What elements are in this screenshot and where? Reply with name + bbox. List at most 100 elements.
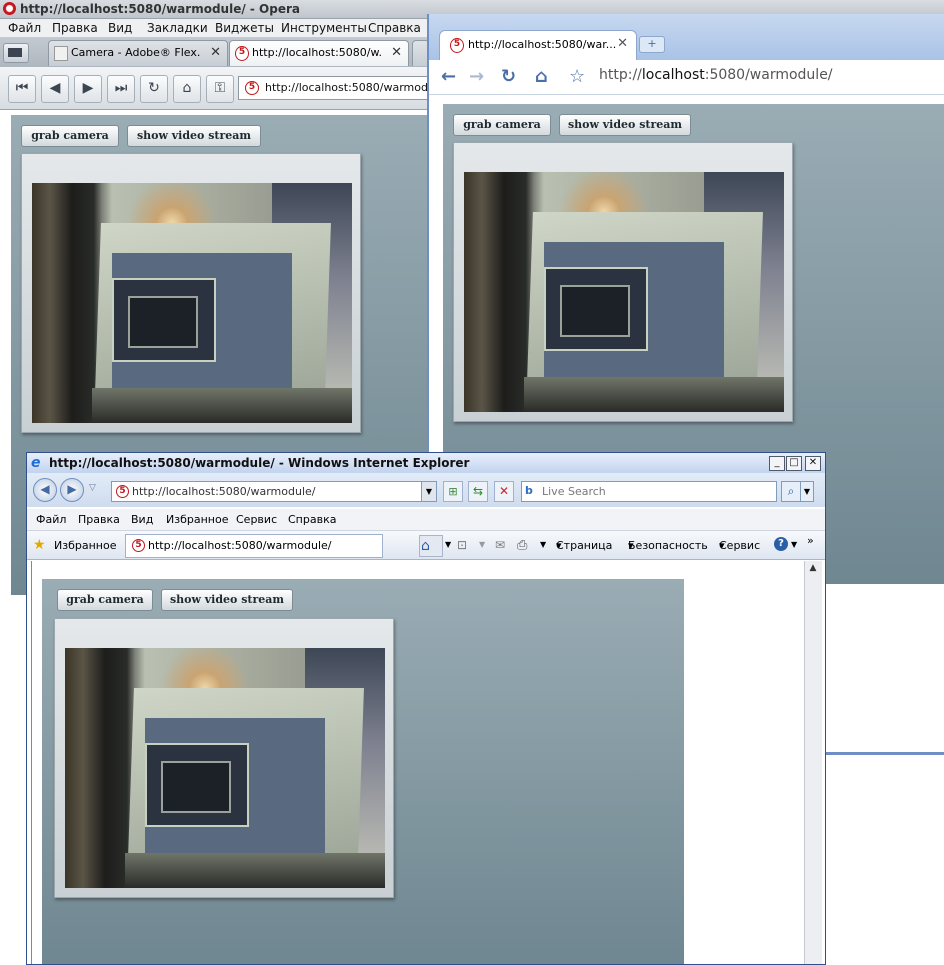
grab-camera-button[interactable]: grab camera [21,125,119,147]
home-button[interactable]: ⌂ [173,75,201,103]
wand-button[interactable]: ⚿ [206,75,234,103]
recent-pages-icon[interactable]: ▽ [89,483,96,493]
ie-vertical-scrollbar[interactable]: ▲ [804,561,822,964]
rss-icon[interactable]: ⊡ [457,538,467,552]
red5-favicon-icon: 5 [116,485,129,498]
chrome-tab-label: http://localhost:5080/war... [468,38,617,51]
home-icon[interactable]: ⌂ [421,538,430,554]
ie-tab-label: http://localhost:5080/warmodule/ [148,539,332,552]
mail-icon[interactable]: ✉ [495,538,505,552]
reload-icon[interactable]: ↻ [501,66,516,87]
opera-menu-bookmarks[interactable]: Закладки [147,21,208,35]
favorites-star-icon: ★ [33,537,46,553]
grab-camera-button[interactable]: grab camera [453,114,551,136]
close-icon[interactable]: ✕ [617,36,628,51]
reload-button[interactable]: ↻ [140,75,168,103]
grab-camera-button[interactable]: grab camera [57,589,153,611]
opera-tab-label: http://localhost:5080/w... [252,46,382,59]
close-button[interactable]: ✕ [805,456,821,471]
red5-favicon-icon: 5 [450,38,464,53]
chrome-tab-warmodule[interactable]: 5 http://localhost:5080/war... ✕ [439,30,637,61]
opera-menu-file[interactable]: Файл [8,21,41,35]
close-icon[interactable]: ✕ [210,45,221,60]
ie-search-field[interactable]: b Live Search [521,481,777,502]
opera-menu-edit[interactable]: Правка [52,21,98,35]
show-video-stream-button[interactable]: show video stream [559,114,691,136]
ie-logo-icon: e [31,455,41,471]
print-icon[interactable]: ⎙ [517,538,527,553]
camera-panel [453,142,793,422]
fast-forward-button[interactable]: ⏭ [107,75,135,103]
ie-address-field[interactable]: 5 http://localhost:5080/warmodule/ ▼ [111,481,437,502]
ie-menu-tools[interactable]: Сервис [236,513,277,526]
opera-tab-label: Camera - Adobe® Flex... [71,46,201,59]
omnibox-path: :5080/warmodule/ [704,67,833,83]
ie-menu-edit[interactable]: Правка [78,513,120,526]
tools-menu-label: Сервис [719,539,761,552]
ie-flex-app: grab camera show video stream [42,579,684,964]
compatibility-icon[interactable]: ⊞ [443,481,463,502]
opera-tab-camera[interactable]: Camera - Adobe® Flex... ✕ [48,40,228,66]
back-icon[interactable]: ← [441,66,456,87]
opera-address-field[interactable]: 5 http://localhost:5080/warmodule/ [238,76,448,100]
home-dropdown-icon[interactable]: ▼ [445,540,451,549]
ie-menu-help[interactable]: Справка [288,513,336,526]
red5-favicon-icon: 5 [235,46,249,61]
camera-video [65,648,385,888]
ie-window-title: http://localhost:5080/warmodule/ - Windo… [49,456,470,470]
show-video-stream-button[interactable]: show video stream [161,589,293,611]
camera-panel [21,153,361,433]
ie-address-text: http://localhost:5080/warmodule/ [132,485,316,498]
address-dropdown-icon[interactable]: ▼ [421,482,436,501]
ie-menu-file[interactable]: Файл [36,513,66,526]
back-button[interactable]: ◀ [33,478,57,502]
favorites-label[interactable]: Избранное [54,539,116,552]
omnibox-host: localhost [641,67,705,83]
maximize-button[interactable]: □ [786,456,802,471]
ie-title-bar: e http://localhost:5080/warmodule/ - Win… [27,453,825,473]
back-button[interactable]: ◀ [41,75,69,103]
opera-menu-tools[interactable]: Инструменты [281,21,367,35]
search-options-icon[interactable]: ▼ [800,481,814,502]
stop-icon[interactable]: ✕ [494,481,514,502]
minimize-button[interactable]: _ [769,456,785,471]
opera-menu-view[interactable]: Вид [108,21,132,35]
red5-favicon-icon: 5 [132,539,145,552]
document-icon [54,46,68,61]
star-icon[interactable]: ☆ [569,66,585,87]
ie-tab-warmodule[interactable]: 5 http://localhost:5080/warmodule/ [125,534,383,558]
camera-video [464,172,784,412]
ie-search-placeholder: Live Search [542,485,606,498]
rss-dropdown-icon[interactable]: ▼ [479,540,485,549]
help-dropdown-icon[interactable]: ▼ [791,540,797,549]
page-menu[interactable]: Страница ▾ [556,539,612,552]
search-icon[interactable]: ⌕ [781,481,801,502]
print-dropdown-icon[interactable]: ▼ [540,540,546,549]
ie-menu-view[interactable]: Вид [131,513,153,526]
panel-toggle-button[interactable] [3,43,29,63]
page-menu-label: Страница [556,539,613,552]
refresh-icon[interactable]: ⇆ [468,481,488,502]
forward-icon[interactable]: → [469,66,484,87]
show-video-stream-button[interactable]: show video stream [127,125,261,147]
more-tools-icon[interactable]: » [807,534,814,547]
opera-address-text: http://localhost:5080/warmodule/ [265,81,449,94]
safety-menu[interactable]: Безопасность ▾ [628,539,708,552]
home-icon[interactable]: ⌂ [535,66,548,87]
forward-button[interactable]: ▶ [74,75,102,103]
opera-menu-widgets[interactable]: Виджеты [215,21,274,35]
ie-window: e http://localhost:5080/warmodule/ - Win… [26,452,826,965]
camera-panel [54,618,394,898]
opera-tab-warmodule[interactable]: 5 http://localhost:5080/w... ✕ [229,40,409,66]
panel-toggle-icon [8,48,22,57]
chrome-omnibox[interactable]: http://localhost:5080/warmodule/ [593,63,944,89]
tools-menu[interactable]: Сервис ▾ [719,539,760,552]
rewind-button[interactable]: ⏮ [8,75,36,103]
ie-menu-favorites[interactable]: Избранное [166,513,228,526]
help-icon[interactable]: ? [774,537,788,551]
scroll-up-icon[interactable]: ▲ [807,563,819,575]
opera-menu-help[interactable]: Справка [368,21,421,35]
close-icon[interactable]: ✕ [391,45,402,60]
new-tab-button[interactable]: + [639,36,665,53]
forward-button[interactable]: ▶ [60,478,84,502]
